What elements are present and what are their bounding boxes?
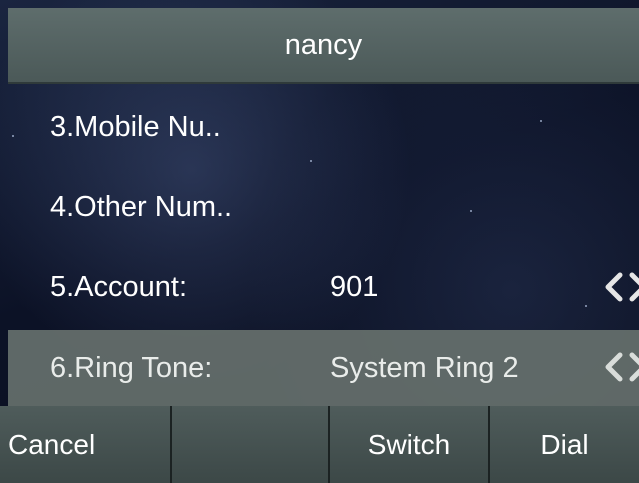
contact-title-bar: nancy [8, 8, 639, 84]
empty-softkey[interactable] [170, 406, 328, 483]
menu-item-label: 4.Other Num.. [50, 190, 233, 223]
page-title: nancy [284, 28, 363, 61]
switch-softkey[interactable]: Switch [328, 406, 488, 483]
menu-item-ring-tone[interactable]: 6.Ring Tone: System Ring 2 [8, 330, 639, 406]
phone-screen: nancy 3.Mobile Nu.. 4.Other Num.. 5.Acco… [0, 0, 639, 483]
menu-item-label: 5.Account: [50, 270, 188, 303]
menu-item-label: 6.Ring Tone: [50, 351, 213, 384]
menu-item-mobile-number[interactable]: 3.Mobile Nu.. [8, 90, 639, 164]
dial-softkey[interactable]: Dial [488, 406, 639, 483]
softkey-bar: Cancel Switch Dial [0, 406, 639, 483]
menu-item-label: 3.Mobile Nu.. [50, 110, 221, 143]
left-right-arrows-icon[interactable] [600, 330, 639, 404]
menu-item-account[interactable]: 5.Account: 901 [8, 250, 639, 324]
menu-item-other-number[interactable]: 4.Other Num.. [8, 170, 639, 244]
ring-tone-value: System Ring 2 [330, 351, 519, 384]
account-value: 901 [330, 270, 379, 303]
cancel-softkey[interactable]: Cancel [0, 406, 170, 483]
left-right-arrows-icon[interactable] [600, 250, 639, 324]
